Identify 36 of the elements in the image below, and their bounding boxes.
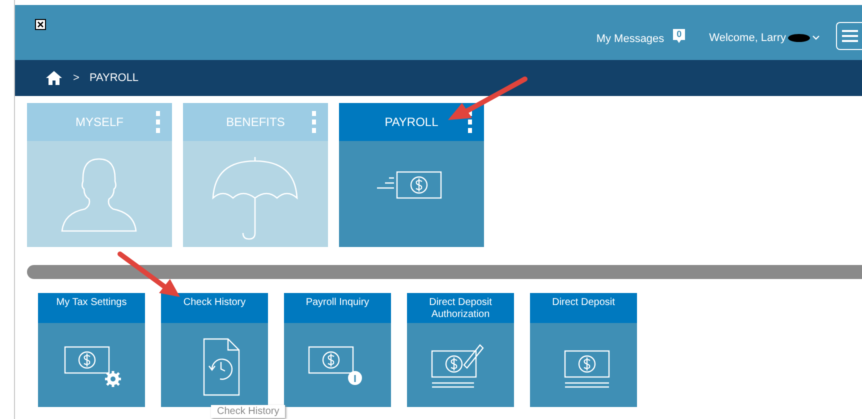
tile-title: Direct Deposit (552, 297, 615, 308)
redaction-mark (788, 34, 810, 42)
money-pen-icon (431, 344, 484, 388)
tooltip: Check History (211, 405, 286, 418)
money-icon (376, 171, 442, 199)
menu-icon (842, 30, 858, 42)
category-title: MYSELF (75, 115, 124, 129)
tile-title: Payroll Inquiry (306, 297, 370, 308)
app-tile[interactable]: Check History (161, 293, 268, 407)
app-tile[interactable]: Direct Deposit (530, 293, 637, 407)
welcome-text: Welcome, Larry (709, 32, 786, 44)
message-count-badge: 0 (672, 28, 686, 44)
document-history-icon (203, 338, 240, 396)
tile-title: Direct Deposit Authorization (429, 297, 492, 320)
category-tile[interactable]: PAYROLL (339, 103, 484, 247)
money-info-icon (308, 346, 362, 385)
breadcrumb-separator: > (73, 72, 80, 84)
app-tile[interactable]: My Tax Settings (38, 293, 145, 407)
money-gear-icon (64, 346, 122, 388)
app-tile[interactable]: Direct Deposit Authorization (407, 293, 514, 407)
home-icon[interactable] (45, 70, 63, 86)
tile-title: Check History (183, 297, 246, 308)
category-title: BENEFITS (226, 115, 285, 129)
category-title: PAYROLL (384, 115, 438, 129)
breadcrumb-current: PAYROLL (89, 72, 139, 84)
broken-image-icon (35, 19, 46, 30)
chevron-down-icon (812, 35, 820, 41)
tile-title: My Tax Settings (56, 297, 127, 308)
annotation-arrow (118, 252, 180, 297)
app-tile[interactable]: Payroll Inquiry (284, 293, 391, 407)
money-icon (564, 350, 610, 388)
menu-button[interactable] (836, 22, 862, 50)
umbrella-icon (212, 156, 298, 240)
person-silhouette-icon (61, 158, 137, 232)
user-menu[interactable]: Welcome, Larry (709, 32, 836, 44)
my-messages-link[interactable]: My Messages (596, 33, 664, 45)
